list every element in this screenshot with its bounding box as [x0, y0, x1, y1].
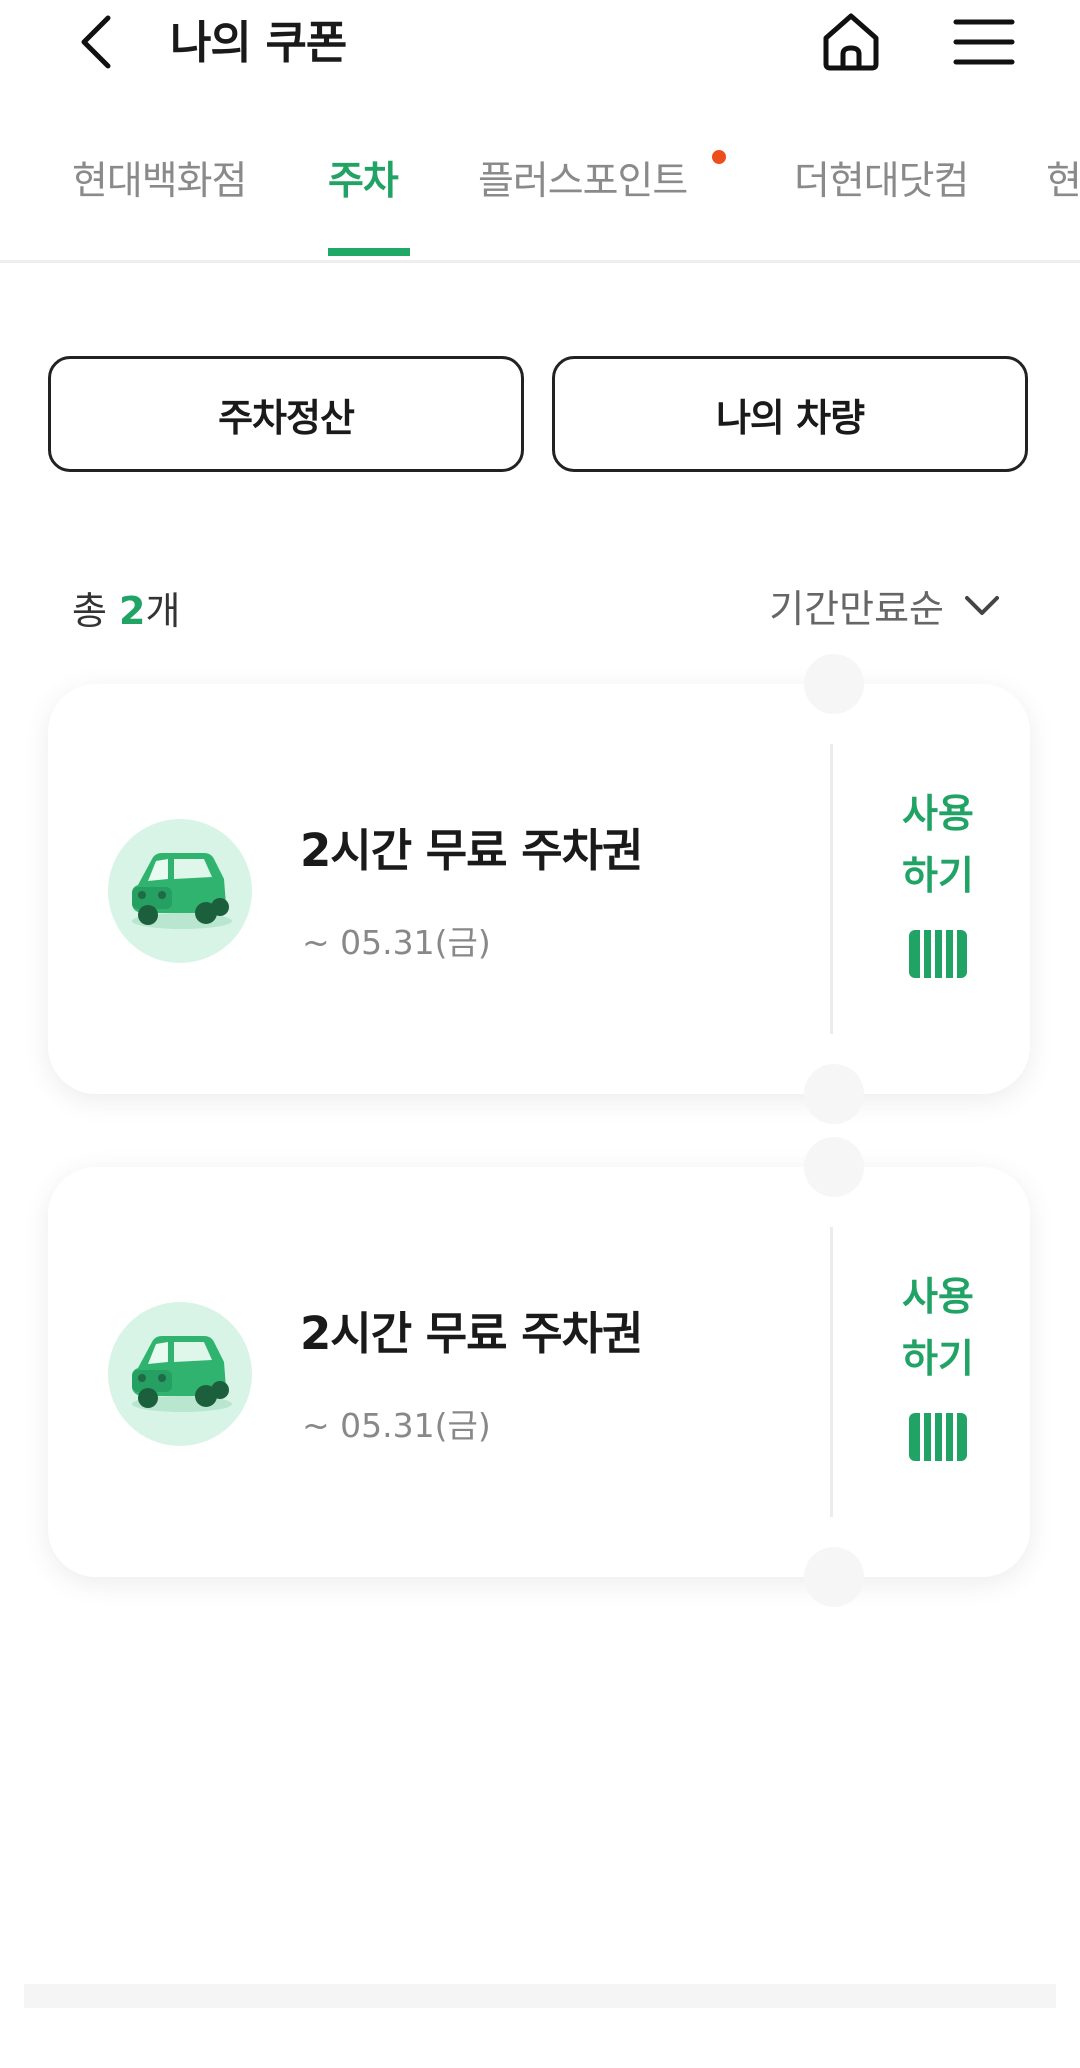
- coupon-expiry: ~ 05.31(금): [302, 923, 491, 962]
- coupon-expiry: ~ 05.31(금): [302, 1406, 491, 1445]
- parking-payment-button[interactable]: 주차정산: [48, 356, 524, 472]
- ticket-notch-bottom: [804, 1064, 864, 1124]
- use-coupon-button[interactable]: 사용하기: [848, 784, 1028, 994]
- ticket-notch-top: [804, 654, 864, 714]
- back-button[interactable]: [72, 10, 122, 74]
- ticket-notch-bottom: [804, 1547, 864, 1607]
- coupon-title: 2시간 무료 주차권: [300, 824, 643, 877]
- tab-parking[interactable]: 주차: [328, 150, 399, 206]
- ticket-divider: [830, 1227, 833, 1517]
- use-label: 사용하기: [848, 1267, 1028, 1391]
- menu-button[interactable]: [952, 14, 1016, 70]
- home-button[interactable]: [818, 10, 884, 74]
- use-label-line2: 하기: [902, 854, 974, 899]
- home-icon: [823, 13, 879, 71]
- barcode-icon: [909, 930, 967, 978]
- app-header: 나의 쿠폰: [0, 0, 1080, 90]
- tab-thehyundai-com[interactable]: 더현대닷컴: [794, 150, 969, 206]
- count-suffix: 개: [145, 589, 181, 633]
- chevron-down-icon: [965, 595, 999, 615]
- coupon-card: 2시간 무료 주차권 ~ 05.31(금) 사용하기: [48, 654, 1030, 1124]
- use-label-line1: 사용: [902, 792, 974, 837]
- count-number: 2: [119, 589, 146, 633]
- use-coupon-button[interactable]: 사용하기: [848, 1267, 1028, 1477]
- coupon-title: 2시간 무료 주차권: [300, 1307, 643, 1360]
- sort-label: 기간만료순: [769, 587, 944, 631]
- car-thumbnail: [108, 1302, 252, 1446]
- car-icon: [132, 853, 232, 929]
- tab-next[interactable]: 현: [1046, 150, 1080, 206]
- use-label-line1: 사용: [902, 1275, 974, 1320]
- barcode-icon: [909, 1413, 967, 1461]
- car-thumbnail: [108, 819, 252, 963]
- active-tab-indicator: [328, 248, 410, 256]
- tab-plus-point[interactable]: 플러스포인트: [478, 150, 688, 206]
- ticket-divider: [830, 744, 833, 1034]
- my-vehicle-button[interactable]: 나의 차량: [552, 356, 1028, 472]
- ticket-notch-top: [804, 1137, 864, 1197]
- page-title: 나의 쿠폰: [170, 16, 347, 69]
- coupon-count: 총 2개: [72, 580, 180, 635]
- count-prefix: 총: [72, 589, 120, 633]
- bottom-separator: [24, 1984, 1056, 2008]
- coupon-card: 2시간 무료 주차권 ~ 05.31(금) 사용하기: [48, 1137, 1030, 1607]
- hamburger-menu-icon: [953, 19, 1015, 65]
- new-badge-dot: [712, 150, 726, 164]
- back-arrow-icon: [81, 15, 111, 69]
- tab-hyundai-department-store[interactable]: 현대백화점: [72, 150, 247, 206]
- car-icon: [132, 1336, 232, 1412]
- sort-dropdown[interactable]: 기간만료순: [769, 578, 1000, 633]
- use-label: 사용하기: [848, 784, 1028, 908]
- coupon-category-tabs: 현대백화점 주차 플러스포인트 더현대닷컴 현: [0, 120, 1080, 263]
- use-label-line2: 하기: [902, 1337, 974, 1382]
